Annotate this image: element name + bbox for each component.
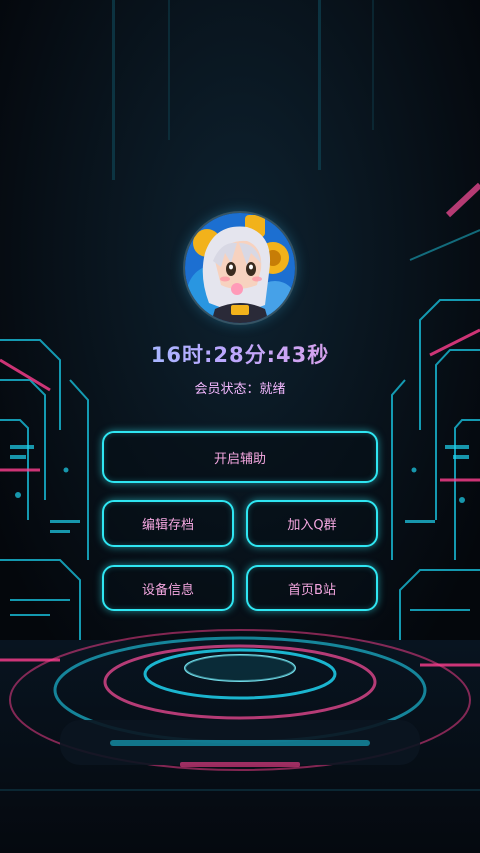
countdown-clock: 16时:28分:43秒 bbox=[0, 339, 480, 369]
device-info-label: 设备信息 bbox=[141, 582, 194, 598]
home-bilibili-button[interactable]: 首页B站 bbox=[246, 565, 378, 611]
membership-status: 会员状态：就绪 bbox=[0, 378, 480, 397]
edit-save-label: 编辑存档 bbox=[141, 518, 194, 533]
edit-save-button[interactable]: 编辑存档 bbox=[102, 500, 234, 547]
start-assist-label: 开启辅助 bbox=[213, 451, 266, 467]
membership-status-label: 会员状态： bbox=[194, 382, 260, 397]
device-info-button[interactable]: 设备信息 bbox=[102, 565, 234, 611]
membership-status-value: 就绪 bbox=[259, 382, 286, 397]
join-qq-group-label: 加入Q群 bbox=[287, 518, 337, 533]
anime-girl-avatar-icon bbox=[185, 213, 295, 323]
sci-fi-background bbox=[0, 0, 480, 853]
start-assist-button[interactable]: 开启辅助 bbox=[102, 431, 378, 483]
join-qq-group-button[interactable]: 加入Q群 bbox=[246, 500, 378, 547]
avatar bbox=[185, 213, 295, 323]
home-bilibili-label: 首页B站 bbox=[288, 582, 336, 598]
